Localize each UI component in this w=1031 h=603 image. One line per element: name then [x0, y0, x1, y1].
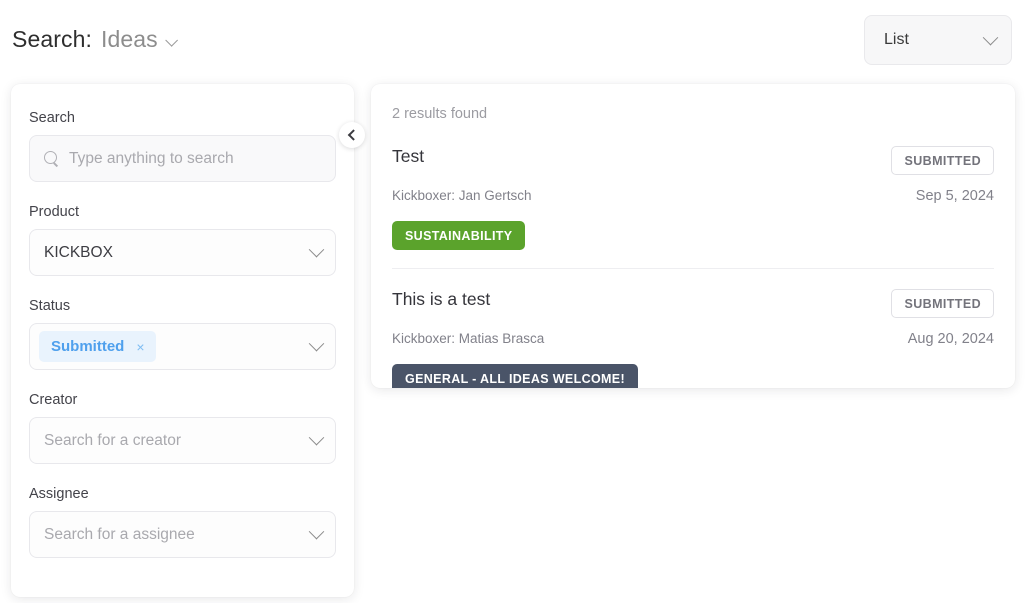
- result-title[interactable]: This is a test: [392, 289, 490, 310]
- results-panel: 2 results found Test SUBMITTED Kickboxer…: [371, 84, 1015, 388]
- filter-search: Search Type anything to search: [29, 110, 336, 182]
- filter-creator-label: Creator: [29, 392, 78, 408]
- close-icon[interactable]: ×: [136, 340, 144, 354]
- collapse-sidebar-button[interactable]: [339, 122, 365, 148]
- result-tag: SUSTAINABILITY: [392, 221, 526, 250]
- page-header: Search: Ideas List: [0, 0, 1031, 78]
- chevron-down-icon: [308, 523, 325, 540]
- assignee-select-placeholder: Search for a assignee: [44, 525, 195, 543]
- product-select-value: KICKBOX: [44, 243, 113, 261]
- result-author: Kickboxer: Jan Gertsch: [392, 188, 532, 203]
- chevron-down-icon: [308, 241, 325, 258]
- status-chip-label: Submitted: [51, 338, 125, 355]
- status-chip[interactable]: Submitted ×: [39, 331, 156, 362]
- filters-panel: Search Type anything to search Product K…: [11, 84, 354, 597]
- page-title-static: Search:: [12, 25, 92, 52]
- status-badge: SUBMITTED: [891, 146, 994, 175]
- chevron-down-icon: [164, 33, 178, 47]
- result-item[interactable]: Test SUBMITTED Kickboxer: Jan Gertsch Se…: [392, 136, 994, 268]
- filter-product: Product KICKBOX: [29, 204, 336, 276]
- creator-select-placeholder: Search for a creator: [44, 431, 181, 449]
- view-mode-value: List: [884, 31, 909, 48]
- chevron-down-icon: [982, 29, 999, 45]
- view-mode-select[interactable]: List: [864, 15, 1012, 65]
- filter-creator: Creator Search for a creator: [29, 392, 336, 464]
- results-count: 2 results found: [392, 106, 488, 122]
- result-tag: GENERAL - ALL IDEAS WELCOME!: [392, 364, 638, 388]
- filter-status: Status Submitted ×: [29, 298, 336, 370]
- search-input-placeholder: Type anything to search: [69, 149, 234, 167]
- chevron-down-icon: [308, 429, 325, 446]
- search-input[interactable]: Type anything to search: [29, 135, 336, 182]
- filter-status-label: Status: [29, 298, 71, 314]
- result-title[interactable]: Test: [392, 146, 424, 167]
- result-header: This is a test SUBMITTED: [392, 289, 994, 318]
- result-author: Kickboxer: Matias Brasca: [392, 331, 545, 346]
- entity-selector[interactable]: Ideas: [100, 25, 178, 53]
- result-header: Test SUBMITTED: [392, 146, 994, 175]
- filter-assignee-label: Assignee: [29, 486, 89, 502]
- status-badge: SUBMITTED: [891, 289, 994, 318]
- status-select[interactable]: Submitted ×: [29, 323, 336, 370]
- result-date: Aug 20, 2024: [907, 331, 994, 347]
- entity-selector-label: Ideas: [100, 25, 158, 52]
- chevron-down-icon: [308, 335, 325, 352]
- result-item[interactable]: This is a test SUBMITTED Kickboxer: Mati…: [392, 268, 994, 388]
- search-icon: [44, 151, 59, 166]
- result-date: Sep 5, 2024: [915, 188, 994, 204]
- filter-search-label: Search: [29, 110, 75, 126]
- product-select[interactable]: KICKBOX: [29, 229, 336, 276]
- creator-select[interactable]: Search for a creator: [29, 417, 336, 464]
- filter-product-label: Product: [29, 204, 79, 220]
- filter-assignee: Assignee Search for a assignee: [29, 486, 336, 558]
- page-title: Search: Ideas: [12, 25, 178, 53]
- chevron-left-icon: [347, 129, 360, 141]
- assignee-select[interactable]: Search for a assignee: [29, 511, 336, 558]
- result-meta: Kickboxer: Matias Brasca Aug 20, 2024: [392, 331, 994, 347]
- result-meta: Kickboxer: Jan Gertsch Sep 5, 2024: [392, 188, 994, 204]
